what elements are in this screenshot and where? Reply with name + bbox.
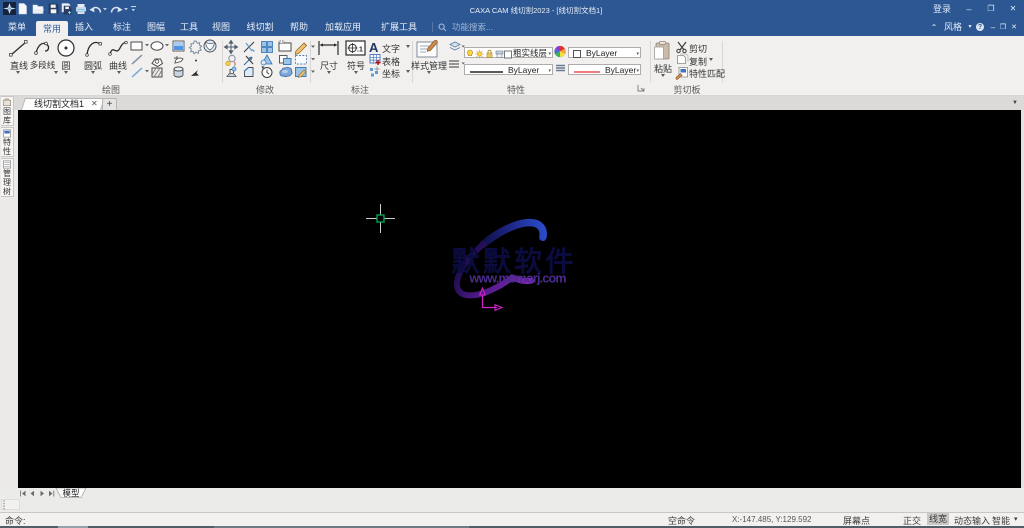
svg-text:A: A xyxy=(369,40,379,55)
svg-text:www.momorj.com: www.momorj.com xyxy=(469,272,567,286)
svg-text:.1: .1 xyxy=(357,47,363,54)
